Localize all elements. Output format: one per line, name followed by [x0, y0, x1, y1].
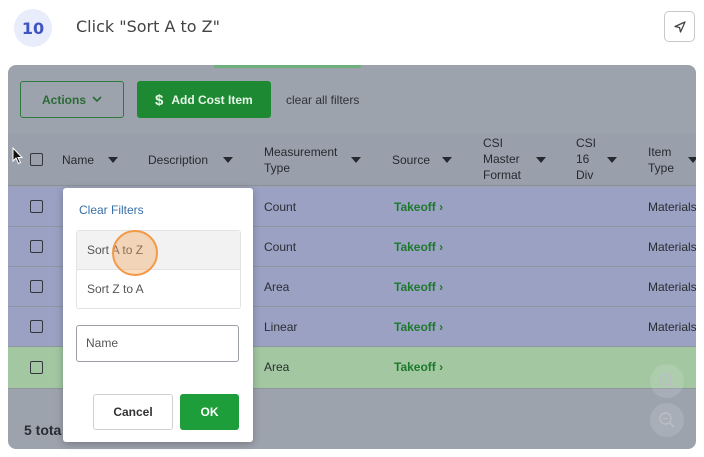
cell-source-link[interactable]: Takeoff › [394, 360, 443, 374]
column-menu-caret-icon[interactable] [607, 157, 617, 163]
column-menu-caret-icon[interactable] [442, 157, 452, 163]
clear-all-filters-link[interactable]: clear all filters [286, 93, 359, 107]
row-checkbox[interactable] [30, 361, 43, 374]
table-header: Name Description Measurement Type Source… [8, 133, 696, 186]
cell-source-link[interactable]: Takeoff › [394, 240, 443, 254]
navigation-arrow-icon [673, 20, 686, 33]
column-header-item-type[interactable]: Item Type [648, 144, 674, 176]
sort-options-list: Sort A to Z Sort Z to A [76, 230, 241, 309]
cell-measurement-type: Count [264, 200, 297, 214]
clear-filters-link[interactable]: Clear Filters [79, 203, 144, 217]
column-menu-caret-icon[interactable] [688, 157, 696, 163]
cell-item-type: Materials [648, 280, 696, 294]
column-header-description[interactable]: Description [148, 152, 208, 168]
column-header-source[interactable]: Source [392, 152, 430, 168]
column-menu-caret-icon[interactable] [536, 157, 546, 163]
cell-measurement-type: Area [264, 360, 290, 374]
zoom-in-button[interactable] [650, 364, 684, 398]
column-menu-caret-icon[interactable] [223, 157, 233, 163]
column-header-csi-master-format[interactable]: CSI Master Format [483, 135, 521, 183]
mouse-cursor-icon [12, 147, 24, 165]
sort-a-to-z-option[interactable]: Sort A to Z [77, 231, 240, 270]
cell-item-type: Materials [648, 240, 696, 254]
row-checkbox[interactable] [30, 320, 43, 333]
add-cost-item-label: Add Cost Item [171, 92, 253, 107]
column-header-measurement-type[interactable]: Measurement Type [264, 144, 337, 176]
zoom-in-icon [659, 373, 675, 389]
sort-z-to-a-option[interactable]: Sort Z to A [77, 270, 240, 309]
cell-measurement-type: Linear [264, 320, 298, 334]
row-checkbox[interactable] [30, 200, 43, 213]
cell-source-link[interactable]: Takeoff › [394, 320, 443, 334]
cell-source-link[interactable]: Takeoff › [394, 200, 443, 214]
column-filter-popup: Clear Filters Sort A to Z Sort Z to A Na… [63, 188, 253, 442]
svg-text:$: $ [155, 92, 164, 108]
column-menu-caret-icon[interactable] [108, 157, 118, 163]
column-menu-caret-icon[interactable] [351, 157, 361, 163]
cell-measurement-type: Count [264, 240, 297, 254]
navigate-button[interactable] [664, 11, 695, 42]
total-count-text: 5 tota [24, 422, 62, 438]
actions-label: Actions [41, 92, 86, 107]
add-cost-item-button[interactable]: $ Add Cost Item [137, 81, 271, 118]
ok-button[interactable]: OK [180, 394, 239, 430]
active-tab-indicator [214, 65, 361, 68]
click-target-highlight [112, 230, 158, 276]
step-number-badge: 10 [14, 9, 52, 47]
row-checkbox[interactable] [30, 240, 43, 253]
zoom-out-button[interactable] [650, 403, 684, 437]
cell-source-link[interactable]: Takeoff › [394, 280, 443, 294]
cell-item-type: Materials [648, 200, 696, 214]
step-instruction: Click "Sort A to Z" [76, 17, 220, 36]
zoom-out-icon [659, 412, 675, 428]
column-header-csi-16-div[interactable]: CSI 16 Div [576, 135, 596, 183]
cell-item-type: Materials [648, 320, 696, 334]
column-header-name[interactable]: Name [62, 152, 94, 168]
actions-button[interactable]: Actions [20, 81, 124, 118]
chevron-down-icon [92, 96, 102, 103]
cell-measurement-type: Area [264, 280, 290, 294]
select-all-checkbox[interactable] [30, 153, 43, 166]
cancel-button[interactable]: Cancel [93, 394, 173, 430]
dollar-icon: $ [155, 92, 164, 108]
row-checkbox[interactable] [30, 280, 43, 293]
name-filter-input[interactable]: Name [76, 325, 239, 362]
